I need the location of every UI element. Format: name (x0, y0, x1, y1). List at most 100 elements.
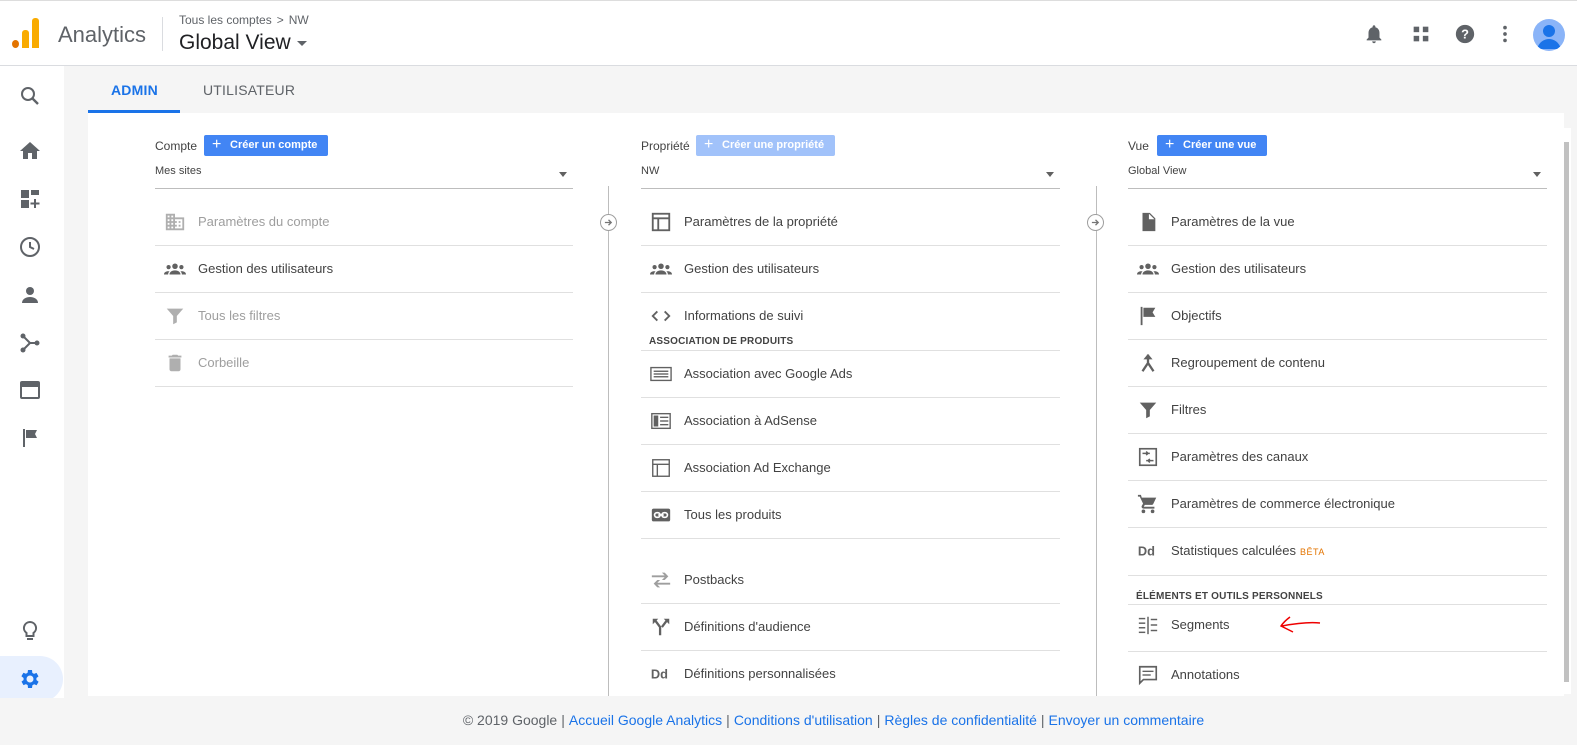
tab-user[interactable]: UTILISATEUR (203, 82, 295, 98)
plus-icon: + (704, 136, 714, 153)
search-icon[interactable] (18, 84, 42, 108)
avatar[interactable] (1533, 19, 1565, 51)
breadcrumb[interactable]: Tous les comptes > NW (179, 13, 309, 27)
item-label: Tous les filtres (198, 308, 281, 323)
item-label: Gestion des utilisateurs (1171, 261, 1307, 276)
adexchange-icon (652, 459, 670, 477)
view-settings-item[interactable]: Paramètres de la vue (1128, 199, 1547, 246)
item-label: Association Ad Exchange (684, 460, 831, 475)
content-grouping-item[interactable]: Regroupement de contenu (1128, 340, 1547, 387)
users-icon (650, 263, 672, 275)
view-users-item[interactable]: Gestion des utilisateurs (1128, 246, 1547, 293)
tab-admin[interactable]: ADMIN (111, 82, 158, 98)
flag-icon (1140, 306, 1156, 326)
cart-icon (1137, 494, 1157, 514)
apps-grid-icon[interactable] (1410, 23, 1432, 45)
account-selected-value: Mes sites (155, 165, 202, 177)
item-label: Gestion des utilisateurs (684, 261, 820, 276)
create-view-button[interactable]: + Créer une vue (1157, 135, 1268, 156)
custom-definitions-item[interactable]: Dd Définitions personnalisées (641, 651, 1060, 696)
account-settings-item[interactable]: Paramètres du compte (155, 199, 573, 246)
left-navigation (0, 66, 64, 745)
item-label: Corbeille (198, 355, 250, 370)
customization-icon[interactable] (18, 187, 42, 211)
breadcrumb-current[interactable]: NW (289, 13, 309, 27)
bell-icon[interactable] (1363, 23, 1385, 45)
beta-badge: BÊTA (1300, 547, 1325, 557)
audience-def-icon (652, 618, 670, 636)
breadcrumb-accounts[interactable]: Tous les comptes (179, 13, 272, 27)
ecommerce-settings-item[interactable]: Paramètres de commerce électronique (1128, 481, 1547, 528)
item-label: Paramètres des canaux (1171, 449, 1309, 464)
svg-text:Dd: Dd (1138, 544, 1155, 559)
account-select[interactable]: Mes sites (155, 165, 573, 189)
footer-link-feedback[interactable]: Envoyer un commentaire (1049, 712, 1205, 728)
users-icon (1137, 263, 1159, 275)
audience-definitions-item[interactable]: Définitions d'audience (641, 604, 1060, 651)
item-label: Annotations (1171, 667, 1240, 682)
discover-icon[interactable] (18, 619, 42, 643)
plus-icon: + (212, 136, 222, 153)
arrow-right-icon (1087, 214, 1104, 231)
app-name[interactable]: Analytics (58, 22, 146, 48)
create-account-label: Créer un compte (230, 139, 318, 151)
create-account-button[interactable]: + Créer un compte (204, 135, 329, 156)
arrow-right-icon (600, 214, 617, 231)
dd-icon: Dd (651, 667, 668, 682)
scrollbar-thumb[interactable] (1564, 142, 1569, 682)
segments-icon (1138, 616, 1158, 635)
help-icon[interactable]: ? (1454, 23, 1476, 45)
more-vert-icon[interactable] (1494, 23, 1516, 45)
personal-tools-section: ÉLÉMENTS ET OUTILS PERSONNELS (1128, 575, 1547, 605)
goals-item[interactable]: Objectifs (1128, 293, 1547, 340)
view-selected-value: Global View (1128, 165, 1187, 177)
analytics-logo-icon[interactable] (12, 18, 40, 48)
home-icon[interactable] (18, 139, 42, 163)
property-settings-icon (651, 212, 671, 232)
merge-icon (1141, 353, 1155, 372)
property-settings-item[interactable]: Paramètres de la propriété (641, 199, 1060, 246)
annotations-item[interactable]: Annotations (1128, 652, 1547, 696)
footer-link-home[interactable]: Accueil Google Analytics (569, 712, 722, 728)
calculated-metrics-item[interactable]: Dd Statistiques calculées BÊTA (1128, 528, 1547, 575)
create-property-button[interactable]: + Créer une propriété (696, 135, 836, 156)
audience-icon[interactable] (18, 283, 42, 307)
column-divider (608, 186, 609, 696)
all-products-item[interactable]: Tous les produits (641, 492, 1060, 539)
admin-gear-icon[interactable] (18, 667, 42, 691)
account-trash-item[interactable]: Corbeille (155, 340, 573, 387)
conversions-icon[interactable] (18, 426, 42, 450)
view-selector[interactable]: Global View (179, 31, 307, 55)
account-items: Paramètres du compte Gestion des utilisa… (155, 199, 573, 387)
breadcrumb-separator: > (276, 13, 284, 27)
ad-exchange-item[interactable]: Association Ad Exchange (641, 445, 1060, 492)
caret-down-icon (559, 172, 567, 177)
google-ads-item[interactable]: Association avec Google Ads (641, 351, 1060, 398)
view-select[interactable]: Global View (1128, 165, 1547, 189)
item-label: Statistiques calculées BÊTA (1171, 543, 1325, 558)
property-select[interactable]: NW (641, 165, 1060, 189)
footer-link-privacy[interactable]: Règles de confidentialité (884, 712, 1037, 728)
document-icon (1142, 212, 1156, 232)
link-icon (651, 508, 671, 522)
caret-down-icon (1533, 172, 1541, 177)
property-users-item[interactable]: Gestion des utilisateurs (641, 246, 1060, 293)
caret-down-icon (296, 40, 307, 46)
account-label: Compte (155, 139, 198, 153)
acquisition-icon[interactable] (18, 331, 42, 355)
filters-item[interactable]: Filtres (1128, 387, 1547, 434)
adsense-item[interactable]: Association à AdSense (641, 398, 1060, 445)
item-label: Définitions d'audience (684, 619, 811, 634)
account-users-item[interactable]: Gestion des utilisateurs (155, 246, 573, 293)
channel-settings-item[interactable]: Paramètres des canaux (1128, 434, 1547, 481)
realtime-icon[interactable] (18, 235, 42, 259)
postbacks-item[interactable]: Postbacks (641, 557, 1060, 604)
svg-text:?: ? (1461, 27, 1469, 42)
account-filters-item[interactable]: Tous les filtres (155, 293, 573, 340)
ads-icon (650, 366, 672, 382)
filter-icon (1139, 402, 1157, 419)
footer-link-terms[interactable]: Conditions d'utilisation (734, 712, 873, 728)
segments-item[interactable]: Segments (1128, 605, 1547, 652)
behavior-icon[interactable] (18, 378, 42, 402)
panel-scrollbar[interactable] (1563, 128, 1571, 694)
